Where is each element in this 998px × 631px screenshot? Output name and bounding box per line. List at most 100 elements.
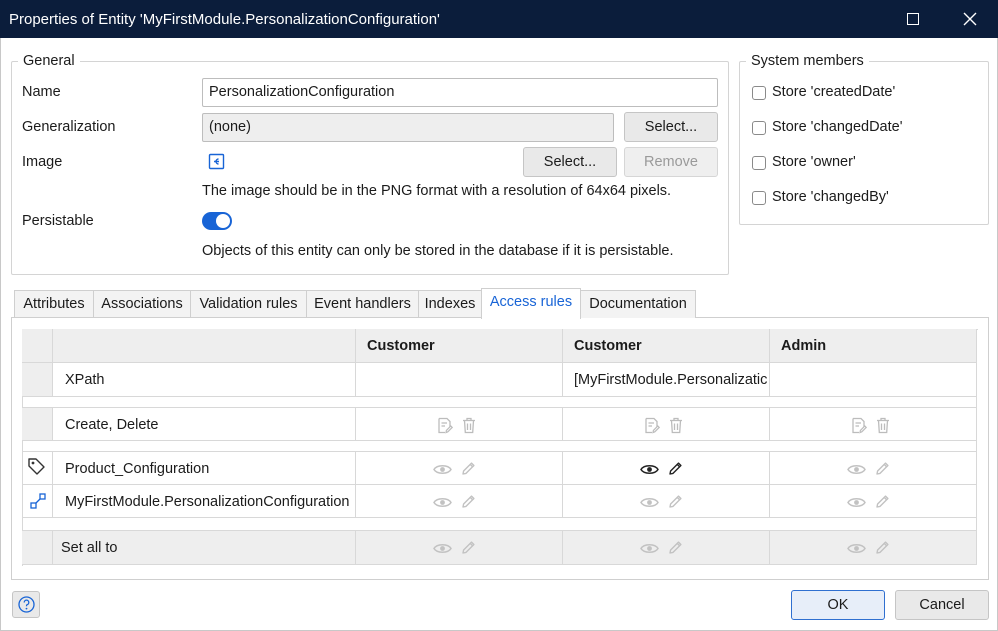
delete-trash-icon[interactable] [462,417,476,439]
grid-cell: Customer [356,329,563,363]
association-icon [30,493,46,514]
grid-cell [770,485,977,518]
grid-cell [22,329,53,363]
persistable-label: Persistable [22,213,94,229]
image-select-button[interactable]: Select... [523,147,617,177]
store-owner-checkbox[interactable] [752,156,766,170]
store-changed-date-checkbox[interactable] [752,121,766,135]
help-button[interactable] [12,591,40,618]
delete-trash-icon[interactable] [669,417,683,439]
grid-cell [22,531,53,565]
write-pencil-icon[interactable] [460,494,476,515]
name-input[interactable]: PersonalizationConfiguration [202,78,718,107]
close-icon [963,12,977,26]
column-header: Customer [574,338,642,354]
row-label-set-all: Set all to [61,540,118,556]
read-eye-icon[interactable] [847,496,866,514]
store-owner-label: Store 'owner' [772,154,856,170]
image-label: Image [22,154,63,170]
write-pencil-icon[interactable] [874,540,890,561]
store-created-date-checkbox[interactable] [752,86,766,100]
grid-cell: Product_Configuration [53,452,356,485]
tag-icon [27,457,46,481]
write-pencil-icon[interactable] [874,461,890,482]
read-eye-icon[interactable] [640,496,659,514]
title-bar: Properties of Entity 'MyFirstModule.Pers… [0,0,998,38]
delete-trash-icon[interactable] [876,417,890,439]
grid-cell [563,485,770,518]
tab-validation-rules[interactable]: Validation rules [190,290,307,318]
read-eye-icon[interactable] [847,463,866,481]
grid-cell [356,363,563,397]
maximize-button[interactable] [898,6,928,32]
grid-cell [22,408,53,441]
tab-indexes[interactable]: Indexes [418,290,482,318]
write-pencil-icon[interactable] [460,461,476,482]
grid-cell [356,452,563,485]
store-changed-date-label: Store 'changedDate' [772,119,903,135]
xpath-constraint[interactable]: [MyFirstModule.Personalizatic [574,372,767,389]
tab-documentation[interactable]: Documentation [580,290,696,318]
create-document-icon[interactable] [644,417,661,439]
store-changed-by-checkbox[interactable] [752,191,766,205]
grid-spacer-row [22,441,977,452]
cancel-button[interactable]: Cancel [895,590,989,620]
write-pencil-icon[interactable] [874,494,890,515]
ok-button[interactable]: OK [791,590,885,620]
image-remove-button[interactable]: Remove [624,147,718,177]
image-hint: The image should be in the PNG format wi… [202,183,672,199]
read-eye-icon[interactable] [640,542,659,560]
generalization-label: Generalization [22,119,116,135]
close-button[interactable] [954,6,986,32]
write-pencil-icon[interactable] [667,494,683,515]
write-pencil-icon[interactable] [460,540,476,561]
generalization-select-button[interactable]: Select... [624,112,718,142]
grid-cell [770,408,977,441]
grid-cell [22,452,53,485]
grid-spacer-row [22,518,977,531]
grid-cell [22,363,53,397]
tab-event-handlers[interactable]: Event handlers [306,290,419,318]
grid-cell [563,452,770,485]
create-document-icon[interactable] [437,417,454,439]
persistable-toggle[interactable] [202,212,232,230]
grid-cell [770,531,977,565]
row-label-create-delete: Create, Delete [65,416,159,433]
toggle-knob [216,214,230,228]
grid-cell [356,531,563,565]
grid-cell [356,408,563,441]
grid-cell [22,485,53,518]
column-header: Customer [367,338,435,354]
tab-attributes[interactable]: Attributes [14,290,94,318]
read-eye-icon[interactable] [433,496,452,514]
maximize-icon [907,13,919,25]
grid-cell [563,408,770,441]
read-eye-icon[interactable] [640,463,659,481]
read-eye-icon[interactable] [433,463,452,481]
write-pencil-icon[interactable] [667,461,683,482]
tab-access-rules[interactable]: Access rules [481,288,581,319]
row-label-xpath: XPath [65,372,105,388]
grid-cell: Customer [563,329,770,363]
write-pencil-icon[interactable] [667,540,683,561]
help-icon [18,596,35,613]
grid-cell: XPath [53,363,356,397]
grid-cell [53,329,356,363]
image-placeholder-icon [208,153,225,170]
column-header: Admin [781,338,827,354]
persistable-hint: Objects of this entity can only be store… [202,243,674,259]
grid-cell [563,531,770,565]
grid-spacer-row [22,397,977,408]
grid-cell: Create, Delete [53,408,356,441]
name-label: Name [22,84,61,100]
grid-cell [770,363,977,397]
grid-cell: Set all to [53,531,356,565]
read-eye-icon[interactable] [433,542,452,560]
general-legend: General [18,53,80,70]
create-document-icon[interactable] [851,417,868,439]
tab-associations[interactable]: Associations [93,290,191,318]
row-label-association: MyFirstModule.PersonalizationConfigurati… [65,493,350,510]
grid-cell [356,485,563,518]
read-eye-icon[interactable] [847,542,866,560]
system-members-legend: System members [746,53,869,70]
